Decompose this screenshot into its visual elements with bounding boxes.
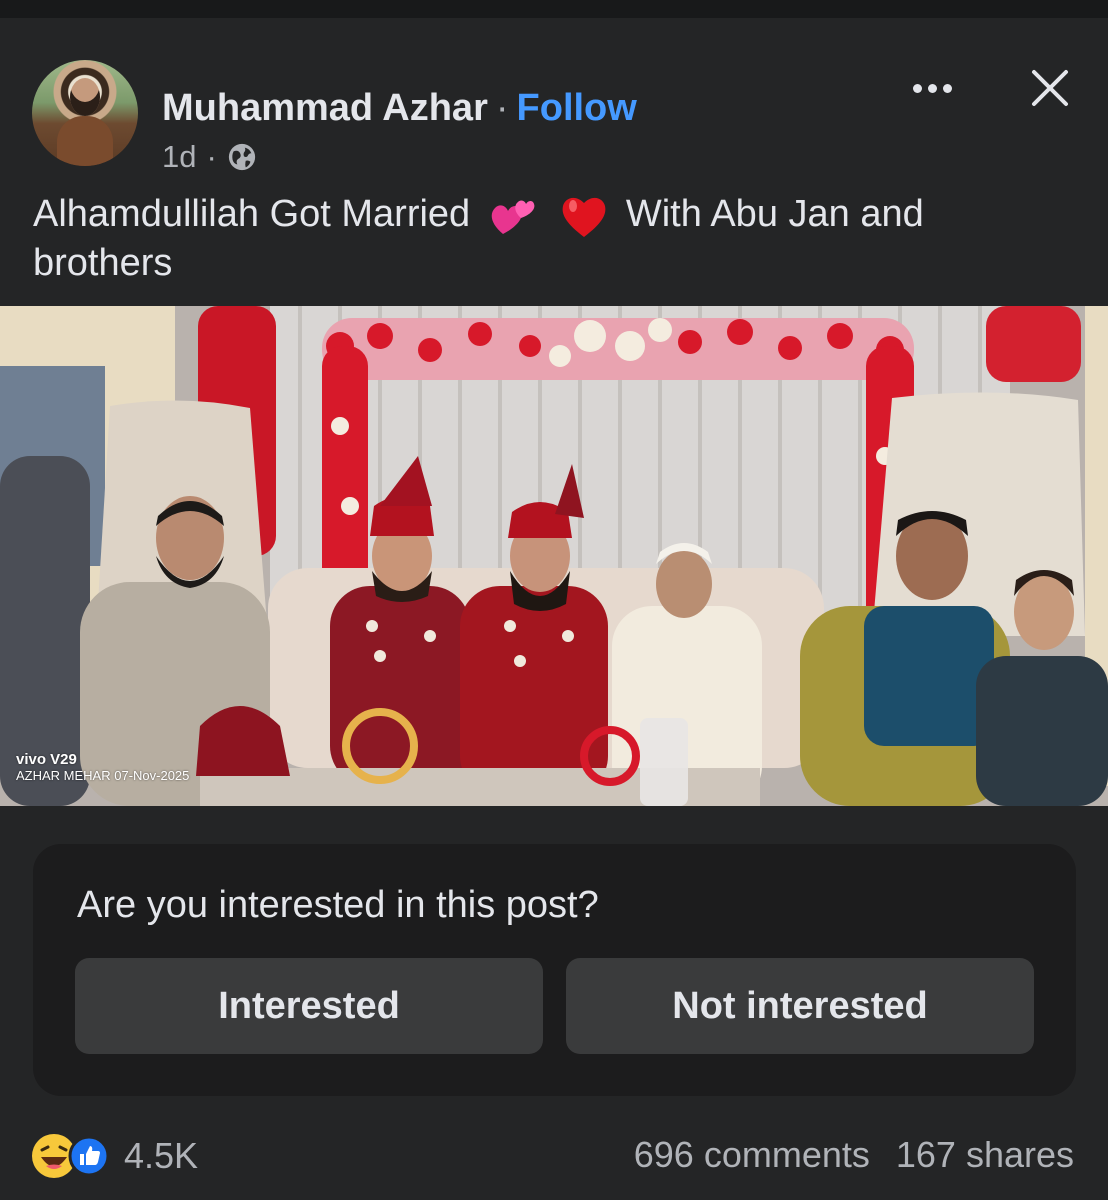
- globe-icon: [228, 143, 255, 171]
- time-separator: ·: [206, 139, 217, 174]
- more-options-icon[interactable]: [904, 70, 960, 106]
- reactions-summary[interactable]: 4.5K: [30, 1132, 198, 1180]
- avatar-figure-head: [70, 78, 100, 116]
- caption-text-start: Alhamdullilah Got Married: [33, 193, 471, 235]
- author-avatar[interactable]: [32, 60, 138, 166]
- interested-button[interactable]: Interested: [75, 958, 543, 1054]
- more-dot: [942, 83, 952, 93]
- close-icon[interactable]: [1026, 64, 1074, 112]
- post-footer: 4.5K 696 comments 167 shares: [0, 1126, 1108, 1186]
- post-time[interactable]: 1d: [162, 139, 196, 175]
- post-photo[interactable]: vivo V29 AZHAR MEHAR 07-Nov-2025: [0, 306, 1108, 806]
- follow-button[interactable]: Follow: [517, 87, 637, 129]
- like-reaction-icon: [68, 1135, 110, 1177]
- post-meta: 1d ·: [162, 139, 257, 175]
- feed-post: Muhammad Azhar · Follow 1d · Alhamdullilah…: [0, 18, 1108, 1200]
- author-name[interactable]: Muhammad Azhar: [162, 87, 488, 129]
- interest-prompt-card: Are you interested in this post? Interes…: [33, 844, 1076, 1096]
- more-dot: [927, 83, 937, 93]
- watermark-brand: vivo V29: [16, 751, 77, 768]
- comments-link[interactable]: 696 comments: [634, 1134, 870, 1176]
- photo-watermark: vivo V29 AZHAR MEHAR 07-Nov-2025: [16, 752, 189, 784]
- interest-question: Are you interested in this post?: [77, 884, 599, 926]
- avatar-figure-body: [57, 116, 113, 166]
- reaction-count: 4.5K: [124, 1135, 199, 1176]
- shares-link[interactable]: 167 shares: [896, 1134, 1074, 1176]
- not-interested-button[interactable]: Not interested: [566, 958, 1034, 1054]
- watermark-caption: AZHAR MEHAR 07-Nov-2025: [16, 768, 190, 783]
- post-caption: Alhamdullilah Got Married With Abu Jan a…: [33, 190, 1073, 287]
- name-separator: ·: [495, 87, 509, 129]
- two-hearts-emoji: [491, 200, 535, 234]
- top-strip: [0, 0, 1108, 18]
- wedding-photo-illustration: [0, 306, 1108, 806]
- author-line: Muhammad Azhar · Follow: [162, 86, 637, 130]
- more-dot: [912, 83, 922, 93]
- engagement-counts: 696 comments 167 shares: [634, 1134, 1074, 1176]
- red-heart-emoji: [562, 197, 606, 237]
